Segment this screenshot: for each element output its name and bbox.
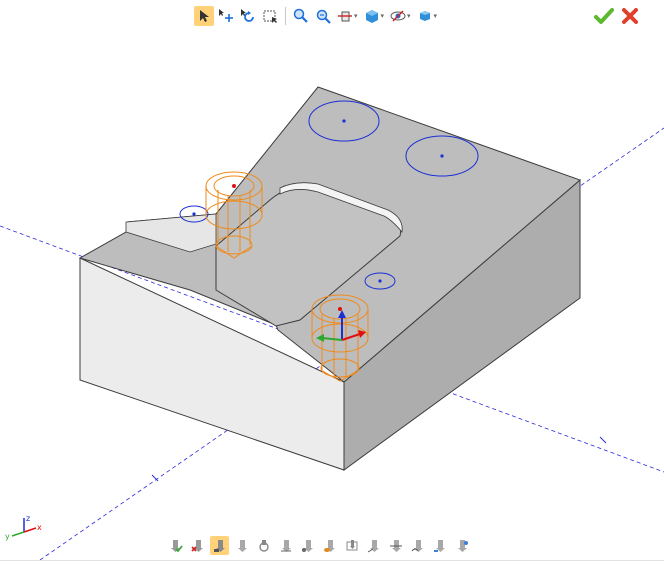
tool-feature-icon-5[interactable] — [320, 536, 339, 555]
display-mode-icon[interactable] — [362, 6, 382, 26]
triad-label-y: y — [5, 532, 10, 541]
main-toolbar: ▾ ▾ ▾ ▾ — [194, 5, 439, 27]
status-divider — [0, 560, 664, 561]
shading-icon[interactable] — [415, 6, 435, 26]
tool-feature-icon-4[interactable] — [298, 536, 317, 555]
tool-feature-icon-1[interactable] — [232, 536, 251, 555]
move-icon[interactable] — [216, 6, 236, 26]
checkmark-icon[interactable] — [594, 6, 614, 26]
triad-label-z: z — [26, 514, 30, 523]
box-select-icon[interactable] — [260, 6, 280, 26]
triad-label-x: x — [37, 523, 42, 532]
select-arrow-icon[interactable] — [194, 6, 214, 26]
tool-feature-icon-3[interactable] — [276, 536, 295, 555]
section-view-icon[interactable] — [335, 6, 355, 26]
bottom-toolbar — [166, 536, 471, 555]
tool-feature-icon-6[interactable] — [342, 536, 361, 555]
delete-feature-icon[interactable] — [188, 536, 207, 555]
model-viewport[interactable] — [0, 0, 664, 565]
toolbar-separator — [285, 7, 286, 25]
tool-feature-icon-10[interactable] — [430, 536, 449, 555]
dialog-actions — [594, 6, 640, 26]
cancel-x-icon[interactable] — [620, 6, 640, 26]
tool-feature-icon-9[interactable] — [408, 536, 427, 555]
orientation-triad: z y x — [4, 512, 44, 546]
visibility-icon[interactable] — [388, 6, 408, 26]
drill-tool-2-center — [338, 307, 342, 311]
zoom-fit-icon[interactable] — [313, 6, 333, 26]
tool-feature-icon-7[interactable] — [364, 536, 383, 555]
drill-feature-icon[interactable] — [210, 536, 229, 555]
drill-tool-1-center — [232, 184, 236, 188]
accept-feature-icon[interactable] — [166, 536, 185, 555]
zoom-in-icon[interactable] — [291, 6, 311, 26]
part-block[interactable] — [78, 86, 581, 471]
tool-feature-icon-2[interactable] — [254, 536, 273, 555]
tool-feature-icon-11[interactable] — [452, 536, 471, 555]
rotate-icon[interactable] — [238, 6, 258, 26]
tool-feature-icon-8[interactable] — [386, 536, 405, 555]
